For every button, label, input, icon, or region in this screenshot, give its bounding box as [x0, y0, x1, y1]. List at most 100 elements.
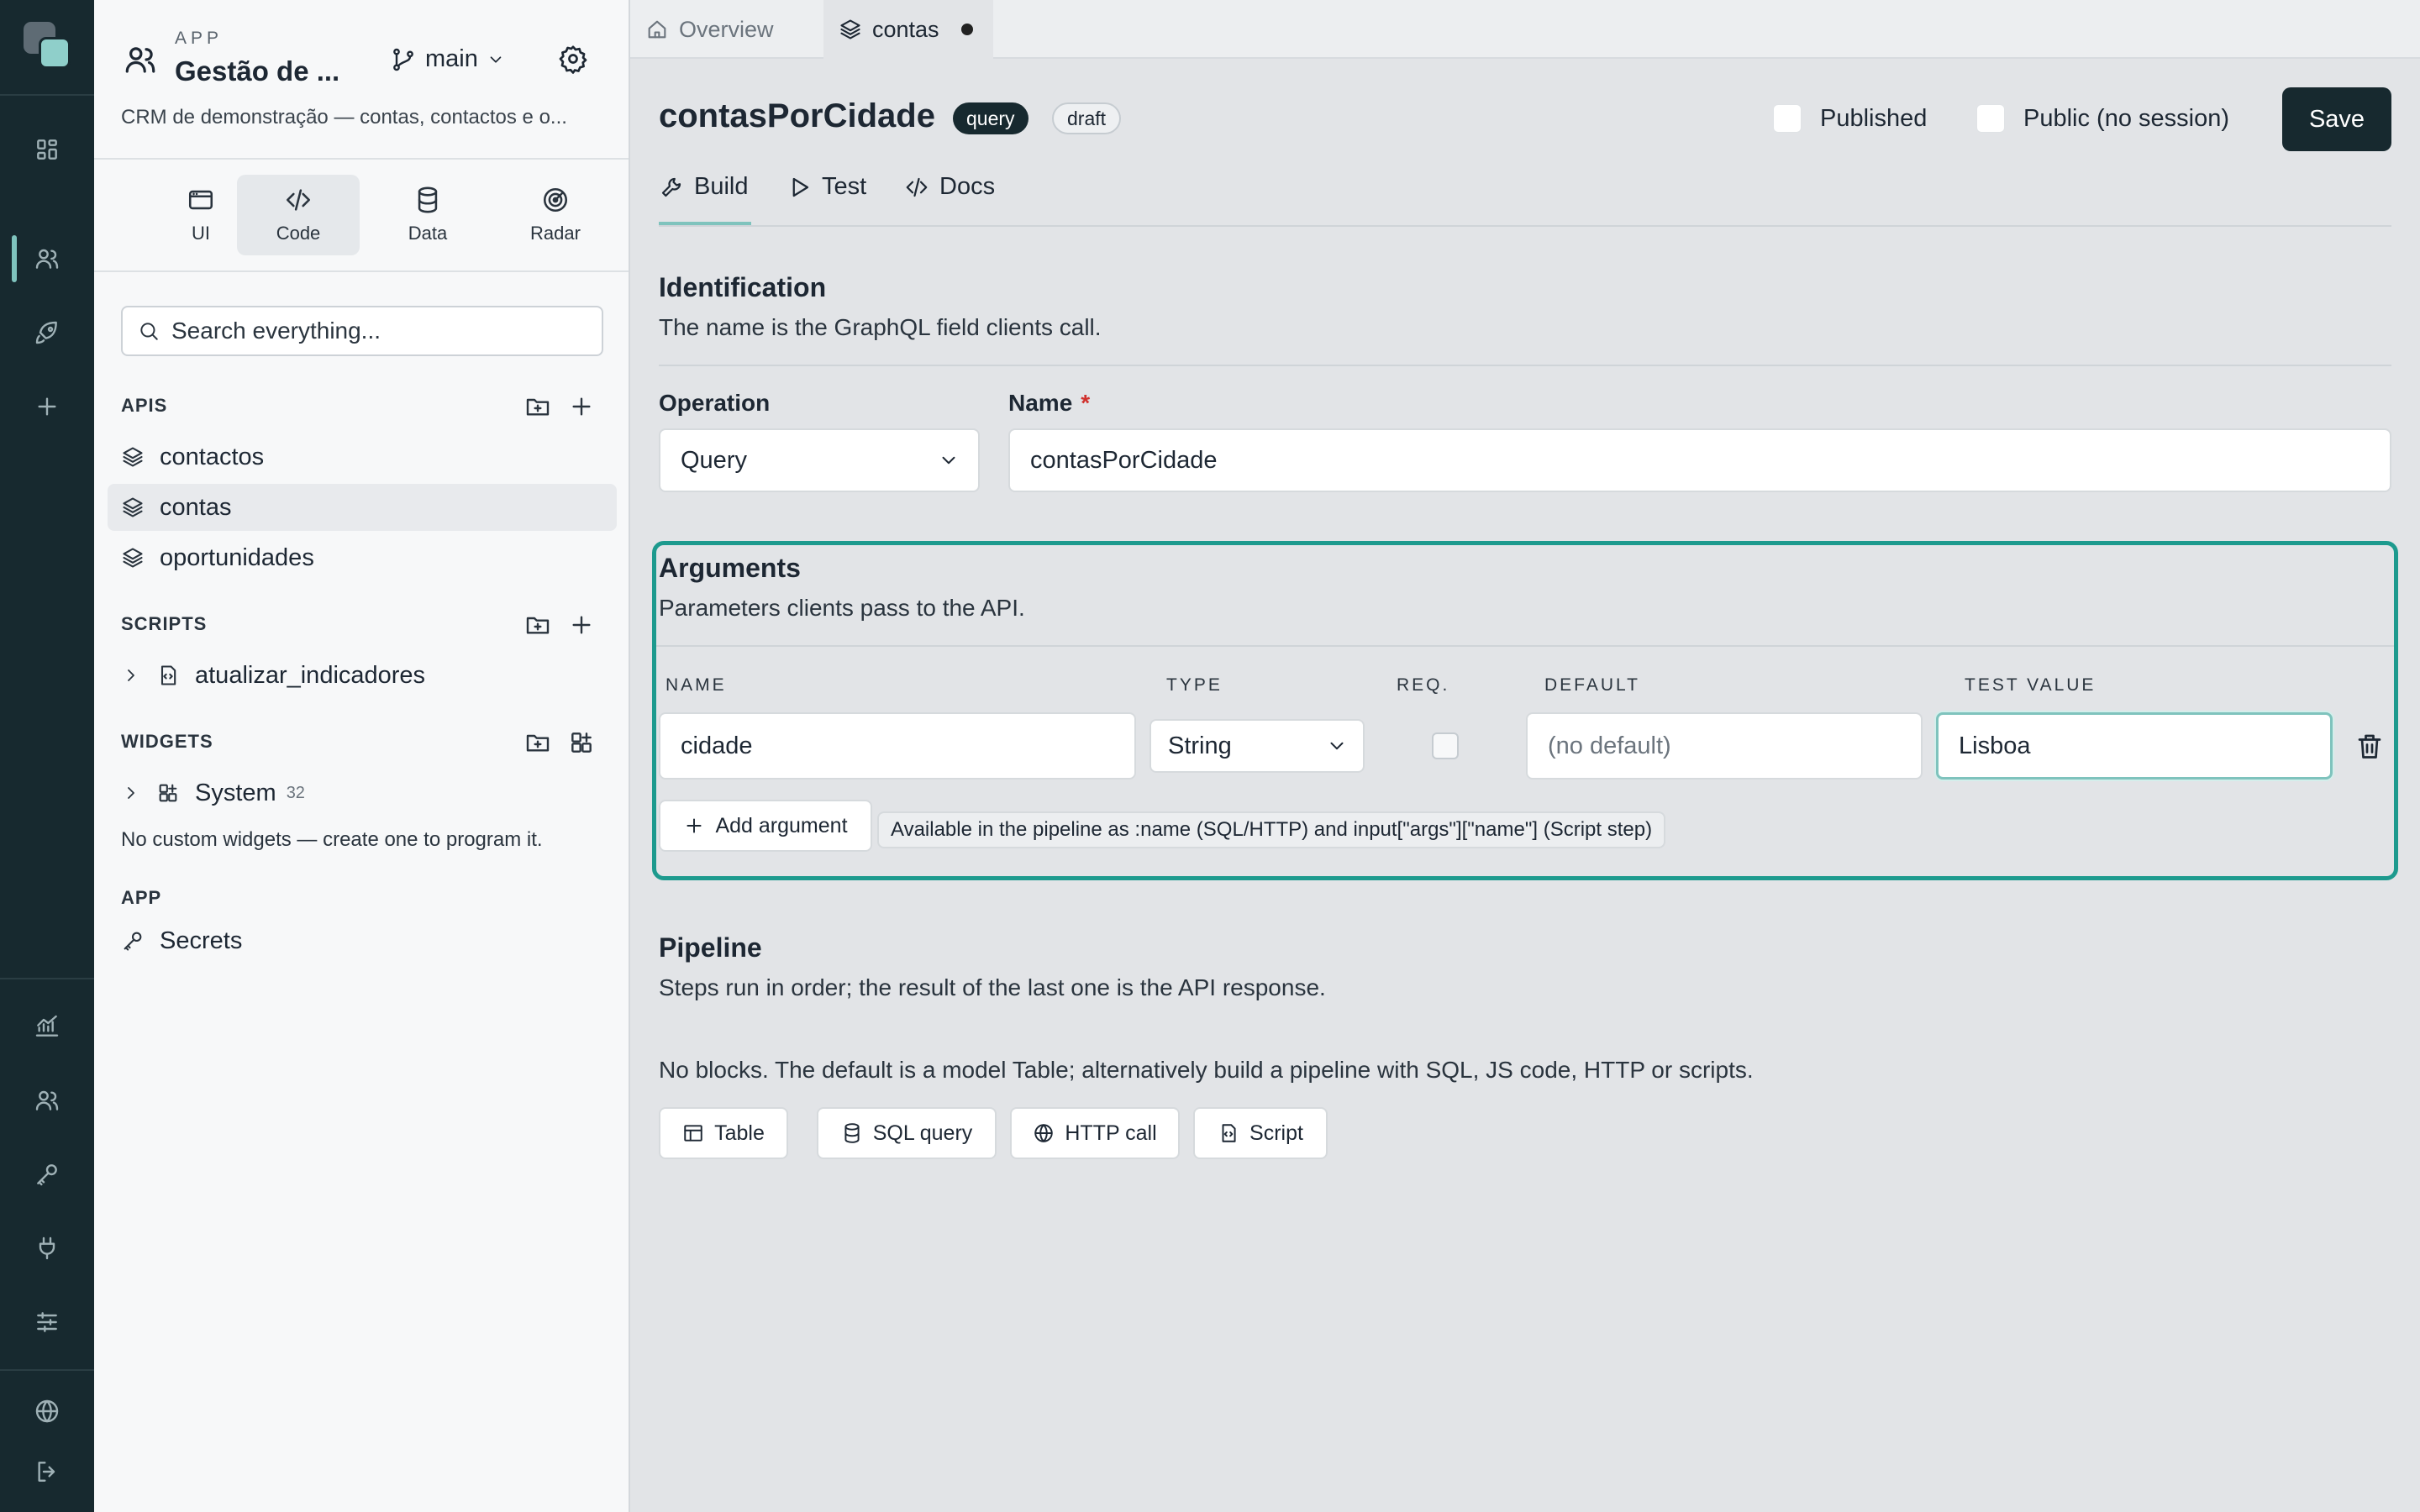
segment-radar[interactable]: Radar	[494, 175, 617, 255]
tab-test[interactable]: Test	[786, 173, 866, 201]
widgets-section-label: WIDGETS	[121, 731, 213, 752]
pipeline-empty-note: No blocks. The default is a model Table;…	[659, 1057, 1754, 1083]
chevron-right-icon[interactable]	[121, 665, 141, 685]
file-tabs: Overview contas	[630, 0, 2420, 59]
rail-divider	[0, 94, 94, 96]
key-icon[interactable]	[27, 1154, 67, 1194]
argument-test-value-field[interactable]: Lisboa	[1936, 712, 2333, 780]
widget-group-system[interactable]: System 32	[108, 769, 617, 816]
argument-name-field[interactable]: cidade	[659, 712, 1136, 780]
new-folder-icon[interactable]	[523, 391, 553, 422]
search-input[interactable]	[171, 318, 592, 344]
secrets-item[interactable]: Secrets	[108, 917, 617, 964]
add-argument-button[interactable]: Add argument	[659, 800, 872, 852]
apis-section-label: APIS	[121, 395, 168, 416]
tab-contas[interactable]: contas	[823, 0, 993, 59]
segment-data[interactable]: Data	[366, 175, 489, 255]
argument-type-value: String	[1168, 732, 1232, 759]
search-icon	[140, 323, 158, 340]
tab-label: Build	[694, 173, 749, 200]
app-rail	[0, 0, 94, 1512]
name-field[interactable]: contasPorCidade	[1008, 428, 2391, 492]
chevron-down-icon	[490, 55, 502, 63]
chevron-right-icon[interactable]	[121, 783, 141, 803]
operation-select[interactable]: Query	[659, 428, 980, 492]
segment-label: UI	[192, 223, 210, 244]
script-file-icon	[160, 665, 176, 685]
column-header-required: REQ.	[1397, 675, 1450, 695]
plus-icon[interactable]	[566, 610, 597, 640]
radar-icon	[543, 187, 568, 213]
analytics-icon[interactable]	[27, 1006, 67, 1047]
team-icon[interactable]	[27, 1080, 67, 1121]
api-item-label: contactos	[160, 443, 265, 470]
tab-label: Overview	[679, 16, 774, 42]
tab-label: Test	[822, 173, 867, 200]
rail-divider	[0, 978, 94, 979]
logo	[24, 22, 72, 71]
home-icon	[648, 20, 666, 39]
script-file-icon	[1222, 1124, 1236, 1142]
apps-icon[interactable]	[27, 129, 67, 170]
globe-icon[interactable]	[27, 1391, 67, 1431]
gear-icon[interactable]	[558, 44, 588, 74]
tab-label: contas	[872, 16, 939, 42]
api-item-oportunidades[interactable]: oportunidades	[108, 534, 617, 581]
script-item-atualizar-indicadores[interactable]: atualizar_indicadores	[108, 652, 617, 699]
layers-icon	[840, 19, 860, 39]
search-box[interactable]	[121, 306, 603, 356]
scripts-section-label: SCRIPTS	[121, 613, 208, 634]
tab-docs[interactable]: Docs	[904, 173, 995, 201]
plug-icon[interactable]	[27, 1228, 67, 1268]
key-icon	[124, 932, 142, 951]
segment-code[interactable]: Code	[237, 175, 360, 255]
app-section-label: APP	[121, 887, 162, 908]
plus-icon[interactable]	[27, 386, 67, 427]
divider	[94, 270, 629, 272]
add-widget-icon[interactable]	[566, 727, 597, 758]
published-label: Published	[1820, 104, 1928, 132]
rail-active-indicator	[12, 235, 17, 282]
add-table-block-button[interactable]: Table	[659, 1107, 788, 1159]
published-toggle[interactable]: Published	[1773, 104, 1927, 133]
api-item-contactos[interactable]: contactos	[108, 433, 617, 480]
tab-build[interactable]: Build	[659, 173, 749, 201]
new-folder-icon[interactable]	[523, 727, 553, 758]
argument-type-select[interactable]: String	[1150, 719, 1365, 773]
pipeline-hint: Available in the pipeline as :name (SQL/…	[877, 811, 1666, 848]
status-badge: draft	[1052, 102, 1122, 134]
add-sql-block-button[interactable]: SQL query	[817, 1107, 997, 1159]
add-script-block-button[interactable]: Script	[1193, 1107, 1328, 1159]
layers-icon	[123, 447, 143, 467]
block-label: SQL query	[872, 1121, 973, 1145]
new-folder-icon[interactable]	[523, 610, 553, 640]
sliders-icon[interactable]	[27, 1302, 67, 1342]
argument-required-checkbox[interactable]	[1432, 732, 1459, 759]
public-checkbox[interactable]	[1976, 104, 2005, 133]
operation-value: Query	[681, 446, 747, 474]
tab-overview[interactable]: Overview	[630, 0, 794, 59]
argument-default-field[interactable]: (no default)	[1526, 712, 1923, 780]
rail-divider	[0, 1369, 94, 1371]
trash-icon[interactable]	[2354, 731, 2385, 761]
secrets-label: Secrets	[160, 927, 243, 954]
save-button[interactable]: Save	[2282, 87, 2391, 151]
pipeline-title: Pipeline	[659, 932, 762, 963]
divider	[94, 158, 629, 160]
plus-icon[interactable]	[566, 391, 597, 422]
code-icon	[286, 189, 311, 211]
add-http-block-button[interactable]: HTTP call	[1010, 1107, 1180, 1159]
api-item-contas[interactable]: contas	[108, 484, 617, 531]
logout-icon[interactable]	[27, 1452, 67, 1492]
branch-selector[interactable]: main	[390, 45, 505, 73]
rocket-icon[interactable]	[27, 312, 67, 353]
segment-label: Radar	[530, 223, 581, 244]
database-icon	[844, 1123, 860, 1143]
published-checkbox[interactable]	[1773, 104, 1802, 133]
users-icon[interactable]	[27, 239, 67, 279]
sidebar: APP Gestão de ... main CRM de demonstraç…	[94, 0, 630, 1512]
table-icon	[684, 1125, 702, 1142]
window-icon	[188, 190, 213, 210]
public-toggle[interactable]: Public (no session)	[1976, 104, 2229, 133]
script-item-label: atualizar_indicadores	[195, 661, 426, 689]
